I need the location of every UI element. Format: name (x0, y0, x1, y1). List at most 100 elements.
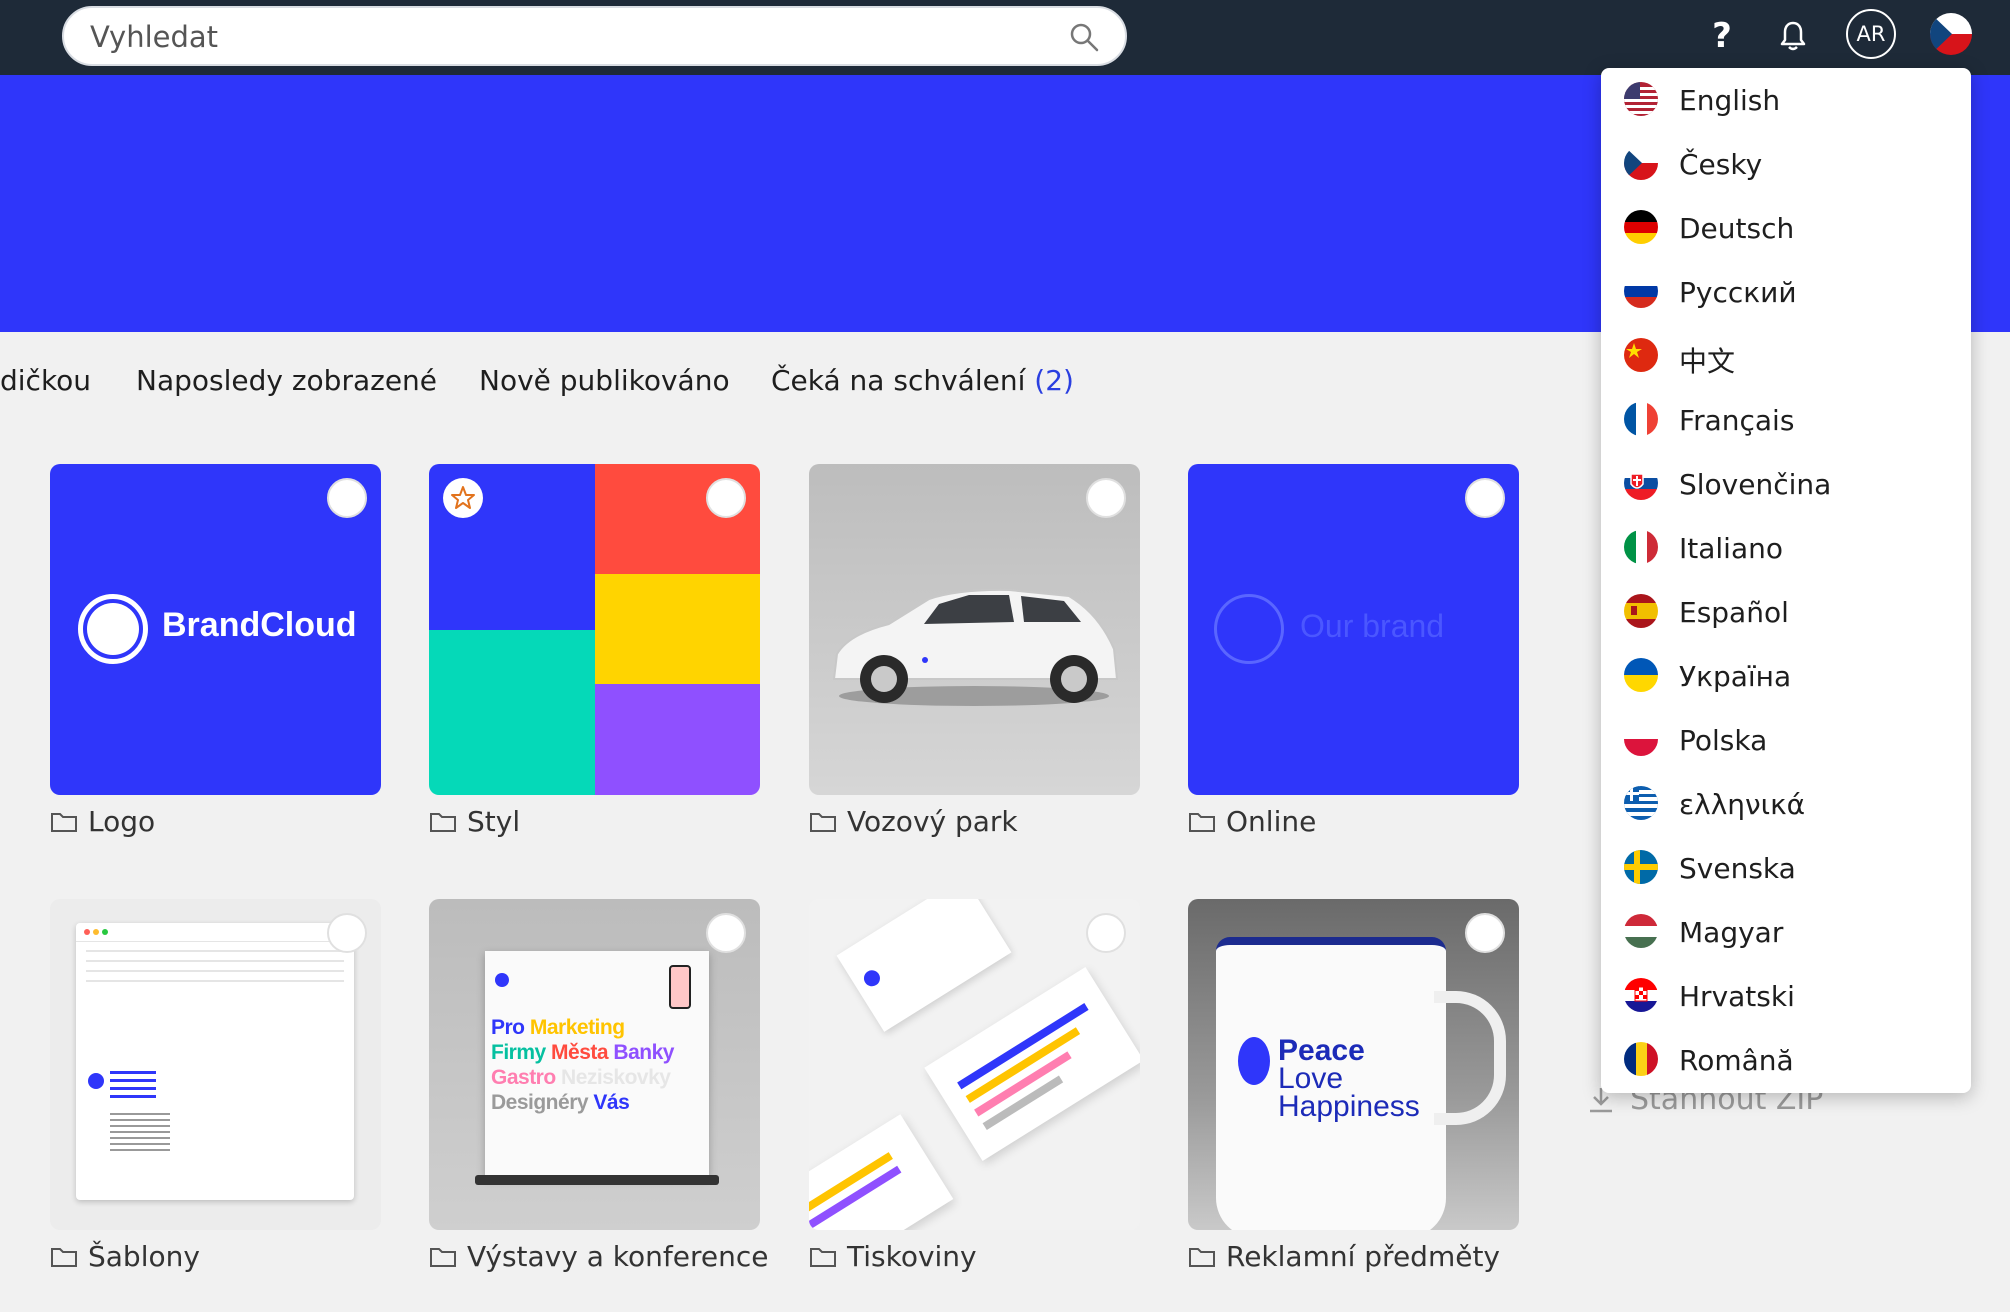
business-card-image (809, 1114, 954, 1230)
folder-label[interactable]: Vozový park (809, 805, 1140, 838)
us-flag-icon (1624, 82, 1658, 116)
folder-icon (1189, 812, 1215, 832)
folder-thumbnail[interactable]: Our brand (1188, 464, 1519, 795)
logo-wordmark: BrandCloud (162, 606, 357, 644)
language-option-spanish[interactable]: Español (1601, 580, 1971, 644)
folder-thumbnail[interactable]: Pro Marketing Firmy Města Banky Gastro N… (429, 899, 760, 1230)
folder-name: Logo (88, 805, 156, 838)
select-checkbox[interactable] (1086, 913, 1126, 953)
folder-name: Tiskoviny (847, 1240, 977, 1273)
language-option-french[interactable]: Français (1601, 388, 1971, 452)
language-label: Русский (1679, 276, 1797, 309)
favorite-star-icon[interactable] (443, 478, 483, 518)
language-label: Italiano (1679, 532, 1783, 565)
folder-card-reklamni-predmety[interactable]: Peace Love Happiness Reklamní předměty (1188, 899, 1519, 1273)
folder-card-styl[interactable]: Styl (429, 464, 760, 838)
ro-flag-icon (1624, 1042, 1658, 1076)
select-checkbox[interactable] (1465, 478, 1505, 518)
language-option-german[interactable]: Deutsch (1601, 196, 1971, 260)
bell-icon[interactable] (1767, 10, 1819, 62)
folder-label[interactable]: Šablony (50, 1240, 381, 1273)
folder-name: Styl (467, 805, 521, 838)
language-option-greek[interactable]: ελληνικά (1601, 772, 1971, 836)
cn-flag-icon (1624, 338, 1658, 372)
language-option-slovak[interactable]: Slovenčina (1601, 452, 1971, 516)
folder-thumbnail[interactable] (429, 464, 760, 795)
select-checkbox[interactable] (327, 478, 367, 518)
select-checkbox[interactable] (327, 913, 367, 953)
select-checkbox[interactable] (1465, 913, 1505, 953)
folder-card-tiskoviny[interactable]: Tiskoviny (809, 899, 1140, 1273)
language-label: Magyar (1679, 916, 1784, 949)
folder-card-vystavy[interactable]: Pro Marketing Firmy Města Banky Gastro N… (429, 899, 768, 1273)
es-flag-icon (1624, 594, 1658, 628)
folder-card-online[interactable]: Our brand Online (1188, 464, 1519, 838)
language-option-ukrainian[interactable]: Україна (1601, 644, 1971, 708)
folder-thumbnail[interactable]: BrandCloud (50, 464, 381, 795)
folder-thumbnail[interactable] (50, 899, 381, 1230)
language-label: Română (1679, 1044, 1794, 1077)
car-image (832, 588, 1119, 706)
tab-awaiting-approval[interactable]: Čeká na schválení (2) (771, 364, 1074, 397)
folder-label[interactable]: Online (1188, 805, 1519, 838)
language-label: Україна (1679, 660, 1792, 693)
folder-thumbnail[interactable] (809, 464, 1140, 795)
mug-image: Peace Love Happiness (1216, 937, 1446, 1230)
select-checkbox[interactable] (706, 913, 746, 953)
business-card-image (836, 899, 1012, 1032)
language-option-russian[interactable]: Русский (1601, 260, 1971, 324)
search-icon[interactable] (1069, 22, 1099, 56)
folder-label[interactable]: Tiskoviny (809, 1240, 1140, 1273)
fr-flag-icon (1624, 402, 1658, 436)
brand-wordmark: Our brand (1300, 608, 1445, 644)
tab-label: Čeká na schválení (771, 364, 1026, 397)
avatar[interactable]: AR (1846, 9, 1896, 59)
folder-name: Reklamní předměty (1226, 1240, 1500, 1273)
language-label: 中文 (1679, 345, 1736, 378)
folder-icon (810, 1247, 836, 1267)
language-dropdown: English Česky Deutsch Русский 中文 Françai… (1601, 68, 1971, 1093)
language-option-chinese[interactable]: 中文 (1601, 324, 1971, 388)
language-option-swedish[interactable]: Svenska (1601, 836, 1971, 900)
folder-icon (430, 1247, 456, 1267)
select-checkbox[interactable] (706, 478, 746, 518)
language-label: Deutsch (1679, 212, 1795, 245)
folder-card-logo[interactable]: BrandCloud Logo (50, 464, 381, 838)
language-label: Slovenčina (1679, 468, 1832, 501)
language-option-hungarian[interactable]: Magyar (1601, 900, 1971, 964)
brandcloud-logo-icon (78, 594, 148, 664)
sk-flag-icon (1624, 466, 1658, 500)
ua-flag-icon (1624, 658, 1658, 692)
folder-card-sablony[interactable]: Šablony (50, 899, 381, 1273)
folder-label[interactable]: Styl (429, 805, 760, 838)
language-switcher-button[interactable] (1930, 13, 1972, 55)
folder-label[interactable]: Reklamní předměty (1188, 1240, 1519, 1273)
folder-thumbnail[interactable]: Peace Love Happiness (1188, 899, 1519, 1230)
business-card-image (924, 967, 1140, 1161)
search-box[interactable] (62, 6, 1127, 66)
language-option-polish[interactable]: Polska (1601, 708, 1971, 772)
tab-recently-viewed[interactable]: Naposledy zobrazené (136, 364, 437, 397)
brand-circle-icon (1214, 594, 1284, 664)
folder-icon (430, 812, 456, 832)
hu-flag-icon (1624, 914, 1658, 948)
select-checkbox[interactable] (1086, 478, 1126, 518)
folder-name: Šablony (88, 1240, 200, 1273)
language-label: Español (1679, 596, 1789, 629)
cz-flag-icon (1624, 146, 1658, 180)
folder-thumbnail[interactable] (809, 899, 1140, 1230)
tab-favorites[interactable]: dičkou (0, 364, 91, 397)
folder-card-vozovy-park[interactable]: Vozový park (809, 464, 1140, 838)
pl-flag-icon (1624, 722, 1658, 756)
pending-count-badge: (2) (1034, 364, 1074, 397)
tab-newly-published[interactable]: Nově publikováno (479, 364, 730, 397)
folder-label[interactable]: Výstavy a konference (429, 1240, 768, 1273)
language-option-croatian[interactable]: Hrvatski (1601, 964, 1971, 1028)
help-icon[interactable]: ? (1696, 10, 1748, 62)
language-option-czech[interactable]: Česky (1601, 132, 1971, 196)
search-input[interactable] (88, 16, 1052, 58)
language-option-italian[interactable]: Italiano (1601, 516, 1971, 580)
language-option-english[interactable]: English (1601, 68, 1971, 132)
folder-label[interactable]: Logo (50, 805, 381, 838)
language-option-romanian[interactable]: Română (1601, 1028, 1971, 1092)
